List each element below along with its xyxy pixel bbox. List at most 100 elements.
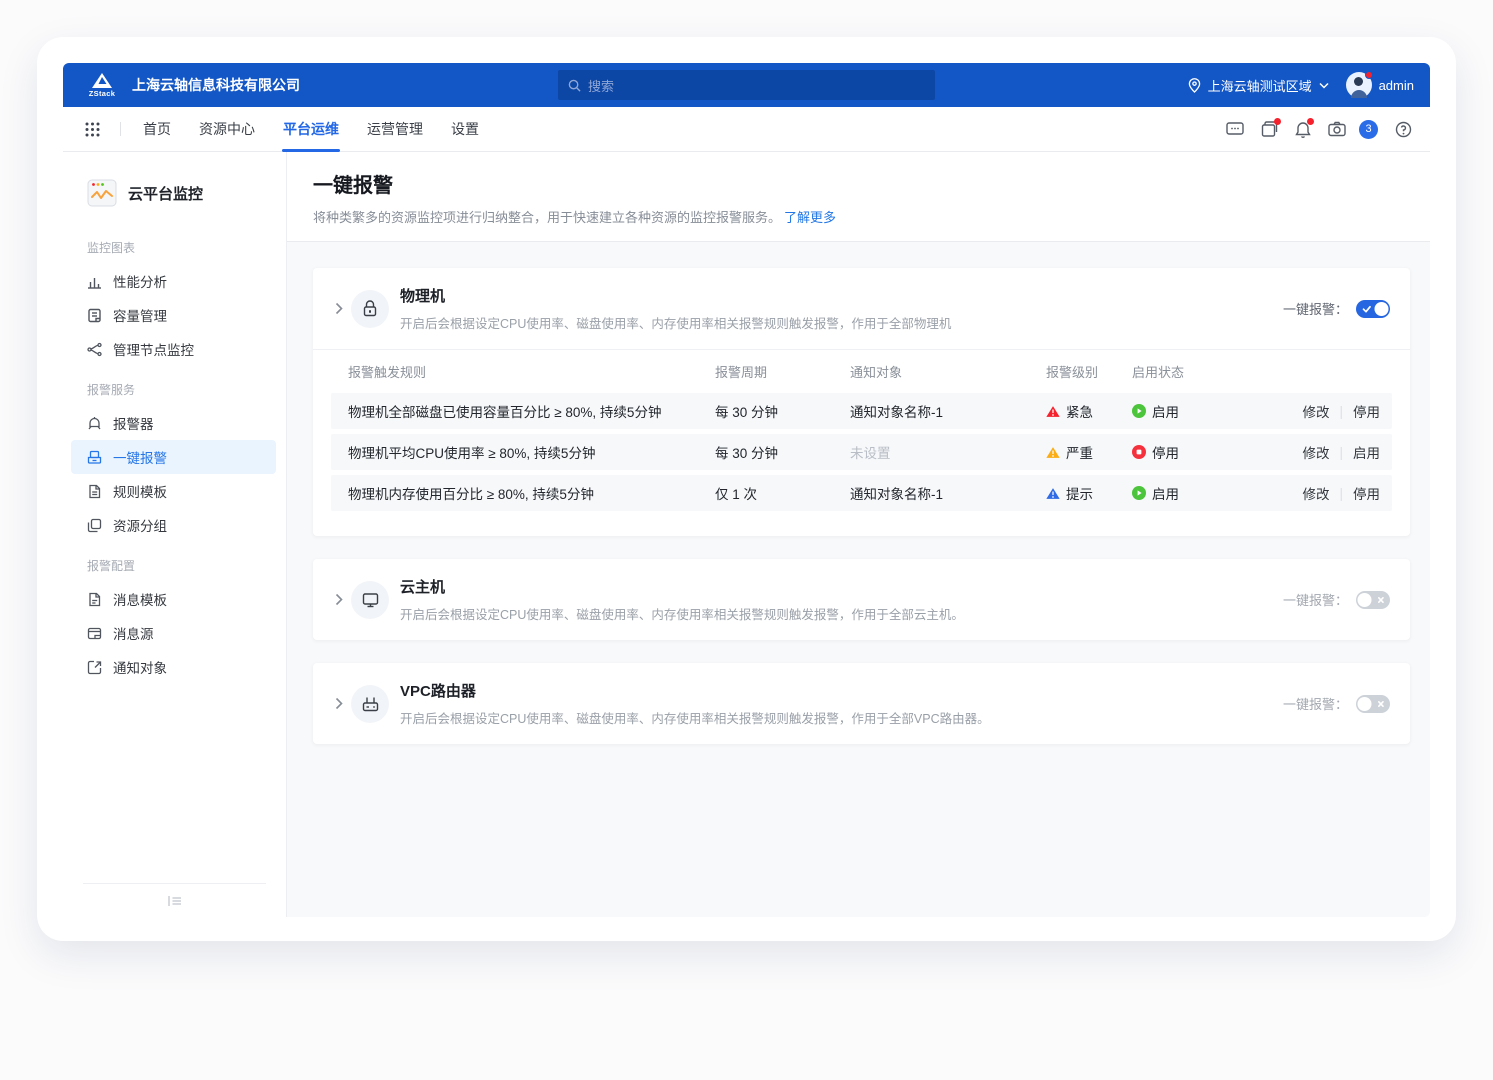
page-subtitle: 将种类繁多的资源监控项进行归纳整合，用于快速建立各种资源的监控报警服务。 — [313, 210, 781, 225]
sidebar-item-message-template[interactable]: 消息模板 — [71, 582, 276, 616]
table-row: 物理机平均CPU使用率 ≥ 80%, 持续5分钟 每 30 分钟 未设置 严重 — [331, 434, 1392, 470]
chevron-down-icon[interactable] — [1319, 82, 1329, 89]
bell-badge-dot — [1307, 118, 1314, 125]
search-icon — [568, 79, 581, 92]
one-key-alarm-toggle-off[interactable] — [1356, 695, 1390, 713]
app-grid-icon[interactable] — [85, 122, 100, 137]
physical-machine-icon — [351, 290, 389, 328]
alarm-icon — [87, 416, 102, 431]
toggle-label: 一键报警： — [1283, 590, 1348, 609]
nav-divider — [120, 122, 121, 136]
card-description: 开启后会根据设定CPU使用率、磁盘使用率、内存使用率相关报警规则触发报警，作用于… — [400, 313, 951, 332]
bar-chart-icon — [87, 274, 102, 289]
disable-link[interactable]: 停用 — [1353, 483, 1380, 503]
card-physical-machine: 物理机 开启后会根据设定CPU使用率、磁盘使用率、内存使用率相关报警规则触发报警… — [313, 268, 1410, 536]
collapse-sidebar-icon — [168, 895, 182, 907]
vm-instance-icon — [351, 581, 389, 619]
search-input[interactable]: 搜索 — [558, 70, 935, 100]
navbar: 首页 资源中心 平台运维 运营管理 设置 — [63, 107, 1430, 152]
sidebar-item-one-key-alarm[interactable]: 一键报警 — [71, 440, 276, 474]
period-cell: 每 30 分钟 — [715, 442, 850, 462]
card-vpc-router: VPC路由器 开启后会根据设定CPU使用率、磁盘使用率、内存使用率相关报警规则触… — [313, 663, 1410, 744]
sidebar-item-rule-template[interactable]: 规则模板 — [71, 474, 276, 508]
sidebar-item-notify-target[interactable]: 通知对象 — [71, 650, 276, 684]
message-source-icon — [87, 626, 102, 641]
card-description: 开启后会根据设定CPU使用率、磁盘使用率、内存使用率相关报警规则触发报警，作用于… — [400, 708, 990, 727]
modify-link[interactable]: 修改 — [1302, 483, 1329, 503]
nav-item-home[interactable]: 首页 — [141, 107, 173, 152]
zstack-logo-text: ZStack — [89, 89, 115, 98]
level-cell: 严重 — [1046, 442, 1132, 462]
bell-icon[interactable] — [1295, 121, 1311, 138]
tasks-icon[interactable] — [1261, 121, 1278, 137]
notify-cell: 通知对象名称-1 — [850, 483, 1046, 503]
toggle-label: 一键报警： — [1283, 694, 1348, 713]
enable-link[interactable]: 启用 — [1353, 442, 1380, 462]
sidebar-item-management-node-monitor[interactable]: 管理节点监控 — [71, 332, 276, 366]
warning-triangle-icon — [1046, 405, 1060, 418]
expand-chevron-icon[interactable] — [329, 302, 349, 315]
username[interactable]: admin — [1379, 78, 1414, 93]
card-title: VPC路由器 — [400, 680, 990, 701]
notify-cell: 通知对象名称-1 — [850, 401, 1046, 421]
sidebar-section-label: 报警配置 — [63, 542, 286, 582]
page-header: 一键报警 将种类繁多的资源监控项进行归纳整合，用于快速建立各种资源的监控报警服务… — [287, 152, 1430, 242]
snapshot-count-badge[interactable]: 3 — [1359, 120, 1378, 139]
learn-more-link[interactable]: 了解更多 — [784, 210, 836, 225]
nav-item-settings[interactable]: 设置 — [449, 107, 481, 152]
notify-cell: 未设置 — [850, 442, 1046, 462]
sidebar-item-alarm[interactable]: 报警器 — [71, 406, 276, 440]
nav-item-platform-ops[interactable]: 平台运维 — [281, 107, 341, 152]
topbar: ZStack 上海云轴信息科技有限公司 搜索 上海云轴测试区域 admin — [63, 63, 1430, 107]
sidebar-section-label: 监控图表 — [63, 224, 286, 264]
zstack-logo-icon — [92, 73, 112, 88]
company-name: 上海云轴信息科技有限公司 — [132, 75, 300, 95]
modify-link[interactable]: 修改 — [1302, 401, 1329, 421]
avatar-figure — [1354, 77, 1363, 86]
one-key-alarm-toggle-off[interactable] — [1356, 591, 1390, 609]
expand-chevron-icon[interactable] — [329, 593, 349, 606]
capacity-icon — [87, 308, 102, 323]
card-header: 物理机 开启后会根据设定CPU使用率、磁盘使用率、内存使用率相关报警规则触发报警… — [313, 268, 1410, 349]
one-key-alarm-toggle-on[interactable] — [1356, 300, 1390, 318]
enabled-status-icon — [1132, 486, 1146, 500]
card-title: 云主机 — [400, 576, 964, 597]
disable-link[interactable]: 停用 — [1353, 401, 1380, 421]
card-title: 物理机 — [400, 285, 951, 306]
zstack-logo: ZStack — [81, 73, 123, 98]
enabled-status-icon — [1132, 404, 1146, 418]
status-cell: 启用 — [1132, 401, 1230, 421]
camera-icon[interactable] — [1328, 121, 1346, 137]
nav-item-resource-center[interactable]: 资源中心 — [197, 107, 257, 152]
avatar[interactable] — [1346, 72, 1372, 98]
card-header: 云主机 开启后会根据设定CPU使用率、磁盘使用率、内存使用率相关报警规则触发报警… — [313, 559, 1410, 640]
card-header: VPC路由器 开启后会根据设定CPU使用率、磁盘使用率、内存使用率相关报警规则触… — [313, 663, 1410, 744]
sidebar-item-resource-group[interactable]: 资源分组 — [71, 508, 276, 542]
expand-chevron-icon[interactable] — [329, 697, 349, 710]
disabled-status-icon — [1132, 445, 1146, 459]
nav-item-operations[interactable]: 运营管理 — [365, 107, 425, 152]
app-window: ZStack 上海云轴信息科技有限公司 搜索 上海云轴测试区域 admin — [37, 37, 1456, 941]
card-description: 开启后会根据设定CPU使用率、磁盘使用率、内存使用率相关报警规则触发报警，作用于… — [400, 604, 964, 623]
status-cell: 停用 — [1132, 442, 1230, 462]
sidebar-item-capacity-management[interactable]: 容量管理 — [71, 298, 276, 332]
console-monitor-icon[interactable] — [1226, 121, 1244, 137]
tasks-badge-dot — [1274, 118, 1281, 125]
modify-link[interactable]: 修改 — [1302, 442, 1329, 462]
help-icon[interactable] — [1395, 121, 1412, 138]
sidebar-app-header: 云平台监控 — [63, 170, 286, 224]
sidebar-item-message-source[interactable]: 消息源 — [71, 616, 276, 650]
sidebar-collapse-button[interactable] — [83, 883, 266, 917]
toggle-label: 一键报警： — [1283, 299, 1348, 318]
table-row: 物理机全部磁盘已使用容量百分比 ≥ 80%, 持续5分钟 每 30 分钟 通知对… — [331, 393, 1392, 429]
period-cell: 每 30 分钟 — [715, 401, 850, 421]
search-placeholder: 搜索 — [588, 76, 614, 95]
sidebar: 云平台监控 监控图表 性能分析 容量管理 管理节点监控 — [63, 152, 287, 917]
period-cell: 仅 1 次 — [715, 483, 850, 503]
table-row: 物理机内存使用百分比 ≥ 80%, 持续5分钟 仅 1 次 通知对象名称-1 提… — [331, 475, 1392, 511]
notify-target-icon — [87, 660, 102, 675]
warning-triangle-icon — [1046, 487, 1060, 500]
vpc-router-icon — [351, 685, 389, 723]
region-selector[interactable]: 上海云轴测试区域 — [1208, 76, 1312, 95]
sidebar-item-performance-analysis[interactable]: 性能分析 — [71, 264, 276, 298]
